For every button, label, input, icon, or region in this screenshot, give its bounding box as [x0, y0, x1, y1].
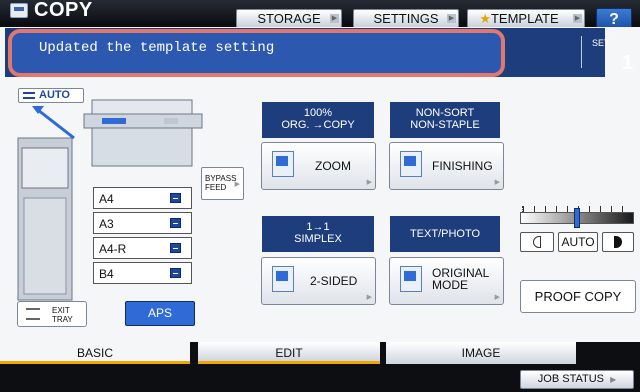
- status-message: Updated the template setting: [8, 29, 505, 77]
- template-button[interactable]: ★TEMPLATE ▶: [467, 9, 585, 28]
- settings-button[interactable]: SETTINGS ▶: [353, 9, 459, 28]
- set-count: 1: [622, 52, 634, 74]
- density-indicator[interactable]: [574, 208, 580, 228]
- density-lighter-button[interactable]: [520, 232, 554, 252]
- zoom-icon: [272, 151, 294, 177]
- arrow-icon: ▶: [234, 181, 240, 188]
- tab-image[interactable]: IMAGE: [386, 342, 576, 364]
- arrow-icon: ▶: [494, 294, 500, 301]
- original-mode-button[interactable]: ORIGINAL MODE ▶: [389, 257, 504, 305]
- tray-icon: [170, 268, 181, 278]
- arrow-icon: ▶: [366, 294, 372, 301]
- tray-a3[interactable]: A3: [93, 212, 192, 234]
- tray-a4[interactable]: A4: [93, 187, 192, 209]
- tray-icon: [170, 193, 181, 203]
- arrow-icon: ▶: [330, 14, 339, 23]
- finishing-button[interactable]: FINISHING ▶: [389, 142, 504, 190]
- duplex-icon: [272, 266, 294, 292]
- set-label: SET: [592, 38, 610, 48]
- tray-a4-r[interactable]: A4-R: [93, 237, 192, 259]
- storage-button[interactable]: STORAGE ▶: [236, 9, 342, 28]
- star-icon: ★: [479, 11, 491, 26]
- arrow-icon: ▶: [610, 375, 617, 384]
- zoom-status: 100% ORG. →COPY: [262, 102, 374, 138]
- stack-icon: [26, 308, 40, 320]
- copy-icon: [10, 3, 28, 18]
- tray-icon: [170, 243, 181, 253]
- original-mode-status: TEXT/PHOTO: [390, 216, 500, 252]
- duplex-status: 1→1 SIMPLEX: [262, 216, 374, 252]
- exit-tray-button[interactable]: EXIT TRAY: [17, 301, 87, 327]
- tray-icon: [170, 218, 181, 228]
- density-auto-button[interactable]: AUTO: [558, 232, 598, 252]
- arrow-icon: ▶: [366, 179, 372, 186]
- job-status-button[interactable]: JOB STATUS ▶: [520, 370, 634, 389]
- page-title: COPY: [34, 0, 93, 21]
- original-mode-icon: [400, 266, 422, 292]
- two-sided-button[interactable]: 2-SIDED ▶: [261, 257, 376, 305]
- arrow-icon: ▶: [573, 14, 582, 23]
- tab-edit[interactable]: EDIT: [198, 342, 380, 364]
- proof-copy-button[interactable]: PROOF COPY: [520, 280, 636, 313]
- tray-b4[interactable]: B4: [93, 262, 192, 284]
- tab-basic[interactable]: BASIC: [0, 342, 190, 364]
- arrow-icon: ▶: [447, 14, 456, 23]
- darker-icon: [614, 236, 622, 248]
- density-darker-button[interactable]: [602, 232, 634, 252]
- finishing-icon: [400, 151, 422, 177]
- set-divider: [581, 36, 582, 68]
- arrow-icon: ▶: [494, 179, 500, 186]
- finishing-status: NON-SORT NON-STAPLE: [390, 102, 500, 138]
- aps-button[interactable]: APS: [125, 301, 195, 326]
- bypass-feed-button[interactable]: BYPASS FEED ▶: [201, 167, 244, 200]
- zoom-button[interactable]: ZOOM ▶: [261, 142, 376, 190]
- lighter-icon: [533, 236, 541, 248]
